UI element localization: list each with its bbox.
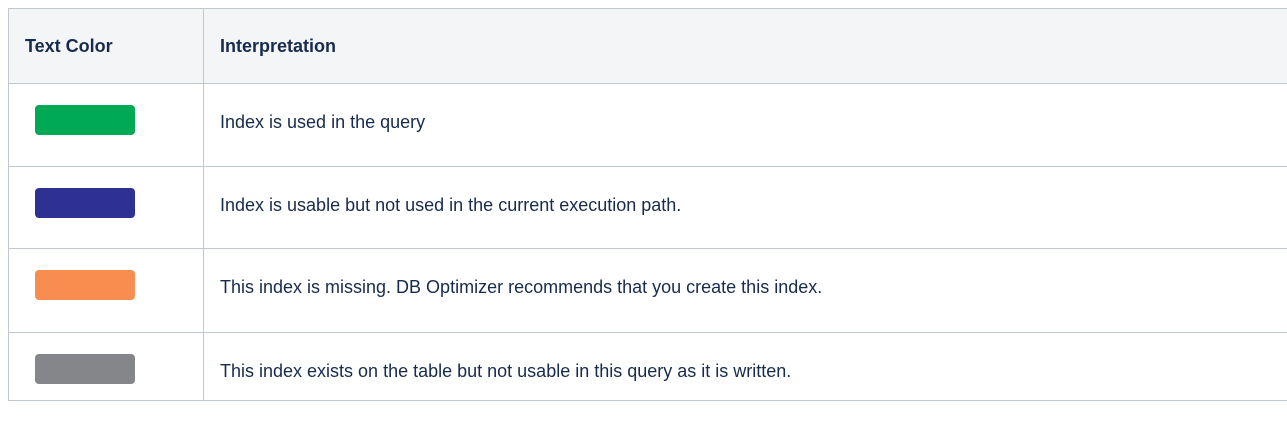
gray-color-swatch [35,354,135,384]
interpretation-cell: Index is usable but not used in the curr… [203,166,1287,249]
color-cell [8,248,204,333]
header-text-color: Text Color [8,8,204,84]
interpretation-text: This index is missing. DB Optimizer reco… [220,277,823,297]
interpretation-cell: Index is used in the query [203,83,1287,167]
green-color-swatch [35,105,135,135]
table-row: This index exists on the table but not u… [8,332,1287,401]
orange-color-swatch [35,270,135,300]
color-cell [8,166,204,249]
interpretation-cell: This index is missing. DB Optimizer reco… [203,248,1287,333]
table-header-row: Text Color Interpretation [8,8,1287,84]
color-cell [8,83,204,167]
interpretation-text: Index is used in the query [220,112,426,132]
dark-blue-color-swatch [35,188,135,218]
color-cell [8,332,204,401]
text-color-legend-table: Text Color Interpretation Index is used … [8,8,1287,401]
legend-table-container: Text Color Interpretation Index is used … [8,8,1287,401]
table-row: Index is used in the query [8,83,1287,167]
interpretation-cell: This index exists on the table but not u… [203,332,1287,401]
interpretation-text: Index is usable but not used in the curr… [220,195,682,215]
table-row: Index is usable but not used in the curr… [8,166,1287,249]
interpretation-text: This index exists on the table but not u… [220,361,792,381]
table-row: This index is missing. DB Optimizer reco… [8,248,1287,333]
header-interpretation: Interpretation [203,8,1287,84]
